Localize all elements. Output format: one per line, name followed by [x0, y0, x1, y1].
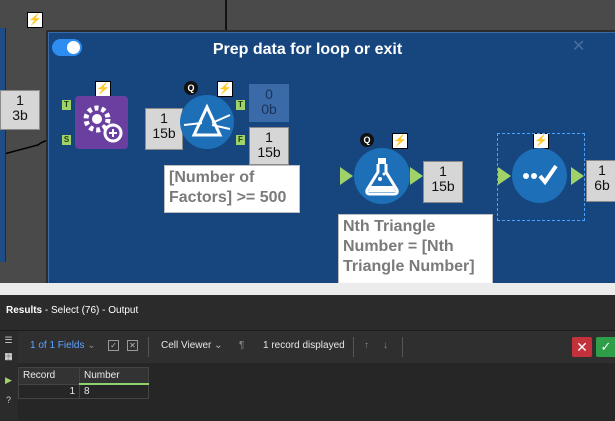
arrow-down-icon[interactable]: ↓	[383, 340, 388, 351]
filter-tool[interactable]	[180, 95, 234, 149]
filter-annotation: [Number of Factors] >= 500	[164, 165, 300, 213]
help-icon[interactable]: ?	[3, 395, 14, 406]
target-anchor[interactable]: T	[62, 100, 71, 110]
formula-annotation: Nth Triangle Number = [Nth Triangle Numb…	[338, 214, 493, 283]
arrow-up-icon[interactable]: ↑	[364, 340, 369, 351]
workflow-canvas[interactable]: ⚡ Prep data for loop or exit ✕ 1 3b ⚡ T S…	[0, 0, 615, 283]
select-record-count: 1 6b	[586, 160, 615, 202]
filter-true-record-count: 0 0b	[249, 84, 289, 122]
toolbar-divider	[148, 337, 149, 357]
select-output-anchor[interactable]	[571, 167, 584, 185]
gears-plus-icon	[83, 105, 123, 143]
left-record-count: 1 3b	[0, 90, 40, 130]
check-icon: ✓	[600, 339, 612, 354]
flask-icon	[365, 158, 399, 196]
table-icon[interactable]: ▦	[3, 351, 14, 362]
apply-button[interactable]: ✓	[596, 337, 615, 357]
table-row[interactable]: 1 8	[18, 383, 149, 399]
cancel-button[interactable]: ✕	[572, 337, 592, 357]
outer-bolt-badge: ⚡	[27, 12, 43, 28]
cell-record[interactable]: 1	[18, 383, 80, 399]
chevron-down-icon: ⌄	[214, 340, 223, 351]
results-toolbar: 1 of 1 Fields ⌄ ✓ ✕ Cell Viewer ⌄ ¶ 1 re…	[18, 331, 615, 363]
results-side-rail: ☰ ▦ ▶ ?	[0, 331, 18, 421]
select-tool[interactable]	[512, 148, 567, 203]
multi-row-record-count: 1 15b	[145, 108, 183, 150]
formula-output-anchor[interactable]	[410, 167, 423, 185]
prism-filter-icon	[183, 103, 231, 137]
column-header-record[interactable]: Record	[18, 367, 80, 385]
filter-false-record-count: 1 15b	[249, 127, 289, 165]
formula-input-anchor[interactable]	[340, 167, 353, 185]
cell-number[interactable]: 8	[79, 383, 149, 399]
formula-query-badge: Q	[360, 133, 374, 147]
true-anchor[interactable]: T	[236, 100, 245, 110]
results-grid: Record Number 1 8	[18, 367, 149, 399]
fields-selector[interactable]: 1 of 1 Fields ⌄	[30, 340, 96, 351]
formula-record-count: 1 15b	[423, 161, 463, 203]
results-header: Results - Select (76) - Output	[0, 295, 615, 331]
formula-bolt-badge: ⚡	[392, 133, 408, 149]
record-count-label: 1 record displayed	[263, 340, 345, 351]
select-input-anchor[interactable]	[498, 167, 511, 185]
container-title: Prep data for loop or exit	[212, 41, 403, 58]
outer-container-edge	[0, 28, 6, 262]
column-header-number[interactable]: Number	[79, 367, 149, 385]
filter-query-badge: Q	[184, 81, 198, 95]
checkbox-icon[interactable]: ✓	[108, 340, 119, 351]
close-icon: ✕	[576, 339, 588, 355]
multi-row-formula-tool[interactable]	[75, 96, 128, 149]
clear-box-icon[interactable]: ✕	[127, 340, 138, 351]
false-anchor[interactable]: F	[236, 135, 245, 145]
toolbar-divider	[402, 337, 403, 357]
results-title: Results - Select (76) - Output	[6, 305, 139, 316]
cell-viewer-dropdown[interactable]: Cell Viewer ⌄	[161, 340, 223, 351]
list-icon[interactable]: ☰	[3, 335, 14, 346]
pilcrow-icon[interactable]: ¶	[239, 340, 244, 351]
toolbar-divider	[353, 337, 354, 357]
results-splitter[interactable]	[0, 283, 615, 295]
formula-tool[interactable]	[354, 148, 410, 204]
source-anchor[interactable]: S	[62, 135, 71, 145]
multi-row-bolt-badge: ⚡	[95, 81, 111, 97]
container-close-icon[interactable]: ✕	[572, 36, 585, 56]
output-anchor-icon[interactable]: ▶	[3, 375, 14, 386]
chevron-down-icon: ⌄	[87, 340, 96, 351]
checkmark-select-icon	[523, 164, 558, 186]
